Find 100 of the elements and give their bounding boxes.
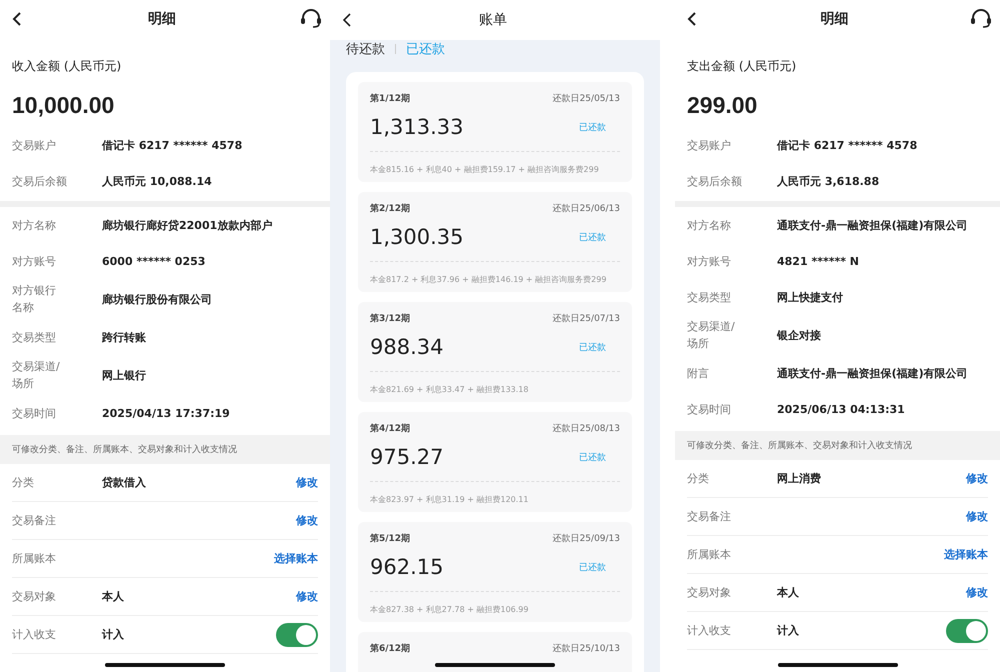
page-title: 明细 (148, 10, 176, 28)
field-label: 交易账户 (687, 138, 732, 154)
period-label: 第1/12期 (370, 92, 410, 105)
due-date: 还款日25/08/13 (552, 422, 620, 435)
field-label: 交易时间 (12, 406, 57, 422)
field-label: 分类 (12, 475, 35, 491)
field-value: 网上快捷支付 (777, 290, 843, 304)
edit-hint: 可修改分类、备注、所属账本、交易对象和计入收支情况 (0, 435, 330, 464)
edit-hint: 可修改分类、备注、所属账本、交易对象和计入收支情况 (675, 431, 1000, 460)
field-label: 对方账号 (12, 254, 57, 270)
installment-card[interactable]: 第4/12期 还款日25/08/13 975.27 已还款 本金823.97 + 利息31.19 + 融担费120.11 (358, 412, 632, 512)
period-label: 第4/12期 (370, 422, 410, 435)
field-value: 6000 ****** 0253 (102, 254, 206, 268)
edit-link[interactable]: 修改 (296, 589, 318, 604)
edit-link[interactable]: 修改 (966, 471, 988, 486)
amount-label: 支出金额 (人民币元) (687, 58, 798, 75)
period-label: 第3/12期 (370, 312, 410, 325)
amount-breakdown: 本金827.38 + 利息27.78 + 融担费106.99 (370, 604, 530, 615)
page-title: 明细 (820, 10, 848, 28)
installment-amount: 988.34 (370, 335, 444, 359)
toggle-switch[interactable] (946, 618, 988, 642)
field-label: 所属账本 (687, 547, 732, 563)
field-value: 借记卡 6217 ****** 4578 (102, 138, 242, 152)
field-value: 通联支付-鼎一融资担保(福建)有限公司 (777, 366, 968, 380)
field-label: 交易后余额 (12, 174, 68, 190)
field-value: 通联支付-鼎一融资担保(福建)有限公司 (777, 218, 968, 232)
field-label: 对方账号 (687, 254, 732, 270)
due-date: 还款日25/07/13 (552, 312, 620, 325)
field-value: 计入 (777, 623, 800, 638)
status-label: 已还款 (579, 122, 606, 134)
due-date: 还款日25/05/13 (552, 92, 620, 105)
field-label: 交易账户 (12, 138, 57, 154)
installment-card[interactable]: 第2/12期 还款日25/06/13 1,300.35 已还款 本金817.2 + 利息37.96 + 融担费146.19 + 融担咨询服务费299 (358, 192, 632, 292)
field-value: 本人 (777, 585, 800, 600)
period-label: 第6/12期 (370, 642, 410, 655)
installment-card[interactable]: 第6/12期 还款日25/10/13 (358, 632, 632, 672)
toggle-switch[interactable] (276, 622, 318, 646)
installment-card[interactable]: 第1/12期 还款日25/05/13 1,313.33 已还款 本金815.16 + 利息40 + 融担费159.17 + 融担咨询服务费299 (358, 82, 632, 182)
status-label: 已还款 (579, 452, 606, 464)
edit-link[interactable]: 修改 (296, 513, 318, 528)
amount-breakdown: 本金821.69 + 利息33.47 + 融担费133.18 (370, 384, 530, 395)
field-value: 2025/04/13 17:37:19 (102, 406, 230, 420)
field-value: 借记卡 6217 ****** 4578 (777, 138, 918, 152)
amount-value: 10,000.00 (12, 92, 116, 119)
field-value: 2025/06/13 04:13:31 (777, 402, 905, 416)
tab[interactable]: 待还款 (346, 40, 385, 58)
amount-value: 299.00 (687, 92, 758, 119)
field-label: 对方名称 (687, 218, 732, 234)
amount-breakdown: 本金817.2 + 利息37.96 + 融担费146.19 + 融担咨询服务费299 (370, 274, 608, 285)
field-value: 人民币元 10,088.14 (102, 174, 212, 188)
period-label: 第2/12期 (370, 202, 410, 215)
due-date: 还款日25/06/13 (552, 202, 620, 215)
field-label: 分类 (687, 471, 710, 487)
field-label: 交易时间 (687, 402, 732, 418)
edit-link[interactable]: 修改 (296, 475, 318, 490)
field-label: 交易类型 (687, 290, 732, 306)
field-value: 人民币元 3,618.88 (777, 174, 880, 188)
field-label: 交易备注 (12, 513, 57, 529)
field-value: 贷款借入 (102, 475, 147, 490)
field-label: 对方银行名称 (12, 283, 57, 316)
installment-card[interactable]: 第3/12期 还款日25/07/13 988.34 已还款 本金821.69 + 利息33.47 + 融担费133.18 (358, 302, 632, 402)
field-label: 计入收支 (687, 623, 732, 639)
due-date: 还款日25/10/13 (552, 642, 620, 655)
field-value: 计入 (102, 627, 125, 642)
field-label: 计入收支 (12, 627, 57, 643)
field-value: 银企对接 (777, 328, 821, 342)
edit-link[interactable]: 选择账本 (944, 547, 988, 562)
field-value: 本人 (102, 589, 125, 604)
installment-card[interactable]: 第5/12期 还款日25/09/13 962.15 已还款 本金827.38 + 利息27.78 + 融担费106.99 (358, 522, 632, 622)
field-label: 交易后余额 (687, 174, 743, 190)
field-value: 跨行转账 (102, 330, 146, 344)
amount-label: 收入金额 (人民币元) (12, 58, 122, 75)
headset-icon[interactable] (970, 9, 992, 29)
edit-link[interactable]: 选择账本 (274, 551, 318, 566)
field-label: 附言 (687, 366, 710, 382)
field-value: 网上消费 (777, 471, 822, 486)
installment-amount: 975.27 (370, 445, 444, 469)
period-label: 第5/12期 (370, 532, 410, 545)
status-label: 已还款 (579, 232, 606, 244)
status-label: 已还款 (579, 562, 606, 574)
field-label: 交易对象 (687, 585, 732, 601)
field-label: 交易渠道/场所 (12, 359, 61, 392)
headset-icon[interactable] (300, 9, 322, 29)
edit-link[interactable]: 修改 (966, 509, 988, 524)
tab[interactable]: 已还款 (406, 40, 445, 58)
field-value: 廊坊银行股份有限公司 (102, 292, 212, 306)
field-value: 网上银行 (102, 368, 146, 382)
field-label: 交易类型 (12, 330, 57, 346)
page-title: 账单 (479, 11, 507, 29)
field-value: 廊坊银行廊好贷22001放款内部户 (102, 218, 272, 232)
field-label: 交易渠道/场所 (687, 319, 736, 352)
field-label: 交易备注 (687, 509, 732, 525)
installment-amount: 1,313.33 (370, 115, 464, 139)
field-label: 交易对象 (12, 589, 57, 605)
field-label: 所属账本 (12, 551, 57, 567)
field-label: 对方名称 (12, 218, 57, 234)
status-label: 已还款 (579, 342, 606, 354)
due-date: 还款日25/09/13 (552, 532, 620, 545)
installment-amount: 962.15 (370, 555, 444, 579)
edit-link[interactable]: 修改 (966, 585, 988, 600)
